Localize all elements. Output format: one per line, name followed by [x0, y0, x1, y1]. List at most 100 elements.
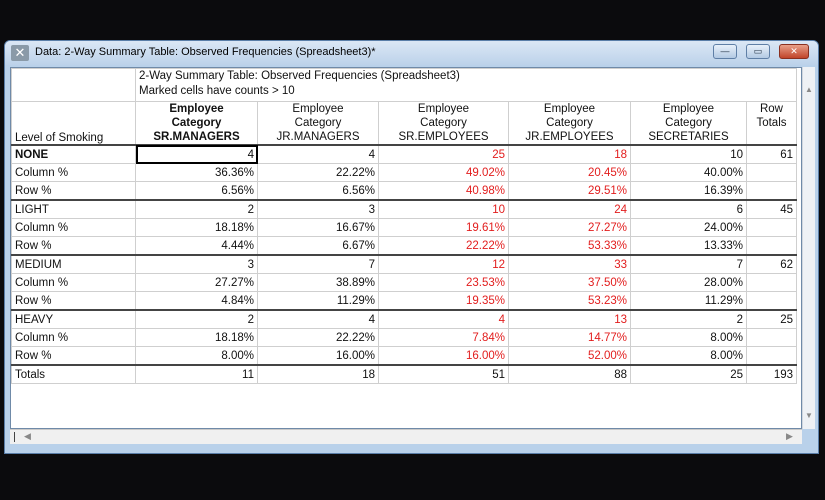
data-cell[interactable]: 193	[746, 364, 797, 384]
data-cell[interactable]: 14.77%	[508, 328, 631, 347]
vertical-scrollbar[interactable]: ▲ ▼	[802, 67, 815, 429]
data-cell[interactable]: 53.33%	[508, 236, 631, 256]
data-cell[interactable]: 4	[257, 309, 379, 329]
data-cell[interactable]: 22.22%	[257, 328, 379, 347]
row-label[interactable]: Column %	[11, 273, 136, 292]
spreadsheet-app-icon[interactable]: ✕	[11, 45, 29, 61]
data-cell[interactable]: 29.51%	[508, 181, 631, 201]
data-cell[interactable]: 24.00%	[630, 218, 747, 237]
data-cell[interactable]: 12	[378, 254, 509, 274]
data-cell[interactable]: 33	[508, 254, 631, 274]
data-cell[interactable]: 6	[630, 199, 747, 219]
data-cell[interactable]: 4	[135, 144, 258, 164]
data-cell[interactable]: 28.00%	[630, 273, 747, 292]
empty-cell[interactable]	[746, 236, 797, 256]
horizontal-scroll-thumb[interactable]	[14, 432, 20, 442]
data-cell[interactable]: 40.98%	[378, 181, 509, 201]
data-cell[interactable]: 7	[257, 254, 379, 274]
data-cell[interactable]: 11	[135, 364, 258, 384]
data-cell[interactable]: 16.39%	[630, 181, 747, 201]
row-label[interactable]: Totals	[11, 364, 136, 384]
data-cell[interactable]: 16.00%	[257, 346, 379, 366]
data-cell[interactable]: 88	[508, 364, 631, 384]
data-cell[interactable]: 11.29%	[630, 291, 747, 311]
data-cell[interactable]: 20.45%	[508, 163, 631, 182]
data-cell[interactable]: 25	[746, 309, 797, 329]
row-label[interactable]: Row %	[11, 291, 136, 311]
row-label[interactable]: Column %	[11, 328, 136, 347]
row-label[interactable]: Row %	[11, 181, 136, 201]
data-cell[interactable]: 13	[508, 309, 631, 329]
data-cell[interactable]: 7.84%	[378, 328, 509, 347]
column-header[interactable]: Employee Category JR.MANAGERS	[257, 101, 379, 146]
data-cell[interactable]: 53.23%	[508, 291, 631, 311]
empty-cell[interactable]	[746, 328, 797, 347]
data-cell[interactable]: 18	[257, 364, 379, 384]
data-cell[interactable]: 61	[746, 144, 797, 164]
empty-cell[interactable]	[746, 218, 797, 237]
empty-cell[interactable]	[746, 291, 797, 311]
data-cell[interactable]: 6.56%	[135, 181, 258, 201]
data-cell[interactable]: 52.00%	[508, 346, 631, 366]
data-cell[interactable]: 62	[746, 254, 797, 274]
row-label[interactable]: NONE	[11, 144, 136, 164]
row-label[interactable]: MEDIUM	[11, 254, 136, 274]
data-cell[interactable]: 6.67%	[257, 236, 379, 256]
scroll-right-arrow[interactable]: ▶	[786, 431, 793, 442]
column-header[interactable]: Employee Category SR.MANAGERS	[135, 101, 258, 146]
row-label[interactable]: Row %	[11, 236, 136, 256]
data-cell[interactable]: 4	[378, 309, 509, 329]
data-cell[interactable]: 11.29%	[257, 291, 379, 311]
data-cell[interactable]: 18.18%	[135, 218, 258, 237]
row-label[interactable]: LIGHT	[11, 199, 136, 219]
data-cell[interactable]: 24	[508, 199, 631, 219]
data-cell[interactable]: 10	[630, 144, 747, 164]
data-cell[interactable]: 4	[257, 144, 379, 164]
empty-cell[interactable]	[746, 181, 797, 201]
scroll-up-arrow[interactable]: ▲	[803, 85, 815, 94]
data-cell[interactable]: 8.00%	[630, 346, 747, 366]
close-button[interactable]: ✕	[779, 44, 809, 59]
empty-cell[interactable]	[746, 163, 797, 182]
data-cell[interactable]: 4.44%	[135, 236, 258, 256]
data-cell[interactable]: 8.00%	[135, 346, 258, 366]
data-cell[interactable]: 36.36%	[135, 163, 258, 182]
empty-cell[interactable]	[746, 273, 797, 292]
maximize-button[interactable]: ▭	[746, 44, 770, 59]
data-cell[interactable]: 3	[257, 199, 379, 219]
data-cell[interactable]: 19.35%	[378, 291, 509, 311]
data-cell[interactable]: 2	[135, 309, 258, 329]
scroll-down-arrow[interactable]: ▼	[803, 411, 815, 420]
data-cell[interactable]: 27.27%	[135, 273, 258, 292]
data-cell[interactable]: 19.61%	[378, 218, 509, 237]
data-cell[interactable]: 23.53%	[378, 273, 509, 292]
data-cell[interactable]: 13.33%	[630, 236, 747, 256]
column-header[interactable]: Employee Category SECRETARIES	[630, 101, 747, 146]
row-label[interactable]: Row %	[11, 346, 136, 366]
empty-cell[interactable]	[746, 346, 797, 366]
title-bar[interactable]: ✕ Data: 2-Way Summary Table: Observed Fr…	[5, 41, 818, 65]
data-cell[interactable]: 6.56%	[257, 181, 379, 201]
row-label[interactable]: Column %	[11, 163, 136, 182]
data-cell[interactable]: 18	[508, 144, 631, 164]
data-cell[interactable]: 18.18%	[135, 328, 258, 347]
data-cell[interactable]: 22.22%	[378, 236, 509, 256]
data-cell[interactable]: 3	[135, 254, 258, 274]
data-cell[interactable]: 16.67%	[257, 218, 379, 237]
data-cell[interactable]: 25	[378, 144, 509, 164]
data-cell[interactable]: 8.00%	[630, 328, 747, 347]
data-cell[interactable]: 38.89%	[257, 273, 379, 292]
minimize-button[interactable]: —	[713, 44, 737, 59]
row-label[interactable]: HEAVY	[11, 309, 136, 329]
data-cell[interactable]: 22.22%	[257, 163, 379, 182]
data-cell[interactable]: 7	[630, 254, 747, 274]
data-cell[interactable]: 2	[135, 199, 258, 219]
data-cell[interactable]: 37.50%	[508, 273, 631, 292]
data-cell[interactable]: 16.00%	[378, 346, 509, 366]
row-label[interactable]: Column %	[11, 218, 136, 237]
data-cell[interactable]: 45	[746, 199, 797, 219]
data-cell[interactable]: 49.02%	[378, 163, 509, 182]
data-cell[interactable]: 10	[378, 199, 509, 219]
data-cell[interactable]: 40.00%	[630, 163, 747, 182]
column-header[interactable]: Row Totals	[746, 101, 797, 146]
